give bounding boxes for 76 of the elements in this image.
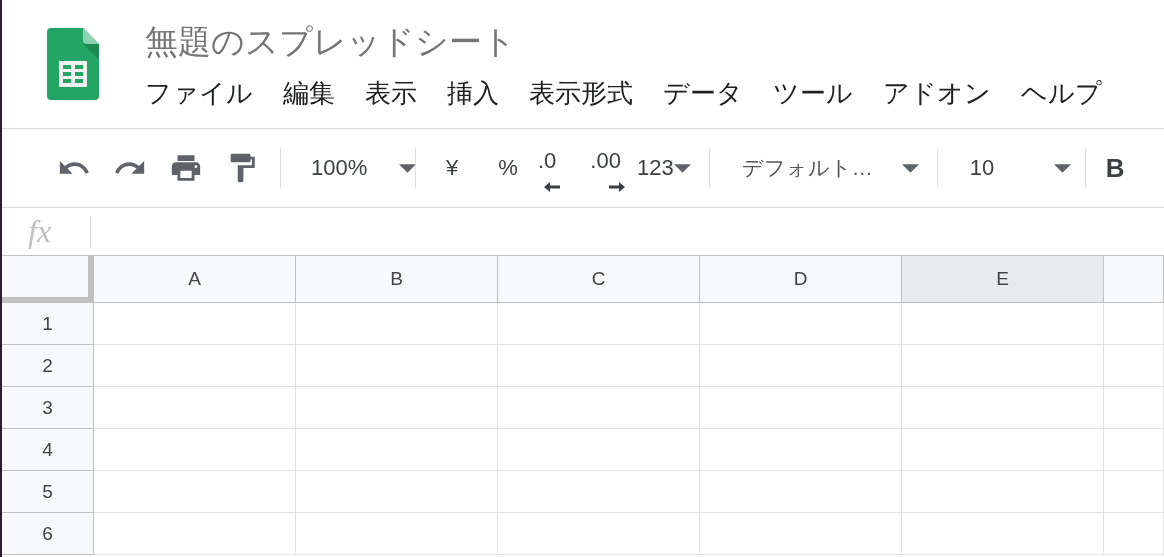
table-cell[interactable] [94, 303, 296, 345]
table-cell[interactable] [700, 387, 902, 429]
table-cell[interactable] [296, 303, 498, 345]
table-cell[interactable] [498, 429, 700, 471]
currency-button[interactable]: ¥ [424, 146, 480, 190]
spreadsheet-logo[interactable] [47, 28, 99, 100]
document-title[interactable]: 無題のスプレッドシート [145, 20, 1102, 64]
menu-item[interactable]: 編集 [283, 76, 335, 110]
column-header[interactable]: A [94, 256, 296, 303]
menu-item[interactable]: 表示形式 [529, 76, 633, 110]
column-header[interactable]: C [498, 256, 700, 303]
right-arrow-icon [608, 182, 625, 192]
caret-icon [1053, 163, 1071, 173]
row-header[interactable]: 2 [2, 345, 94, 387]
caret-icon [901, 163, 919, 173]
table-cell[interactable] [498, 303, 700, 345]
table-cell[interactable] [1104, 513, 1164, 555]
table-cell[interactable] [700, 513, 902, 555]
table-cell[interactable] [296, 471, 498, 513]
zoom-dropdown[interactable]: 100% [281, 146, 411, 190]
select-all-corner[interactable] [2, 256, 94, 303]
font-size-dropdown[interactable]: 10 [937, 146, 1085, 190]
table-cell[interactable] [498, 513, 700, 555]
menu-item[interactable]: データ [663, 76, 743, 110]
table-cell[interactable] [1104, 345, 1164, 387]
column-header[interactable]: B [296, 256, 498, 303]
more-formats-button[interactable]: 123 [636, 146, 691, 190]
row-header[interactable]: 6 [2, 513, 94, 555]
formula-label: fx [28, 213, 53, 250]
table-cell[interactable] [700, 429, 902, 471]
table-cell[interactable] [94, 387, 296, 429]
column-header[interactable] [1104, 256, 1164, 303]
caret-icon [673, 163, 691, 173]
table-cell[interactable] [1104, 303, 1164, 345]
table-cell[interactable] [1104, 471, 1164, 513]
decrease-decimal-button[interactable]: .0 [538, 142, 557, 194]
column-header[interactable]: D [700, 256, 902, 303]
table-cell[interactable] [902, 513, 1104, 555]
bold-button[interactable]: B [1105, 146, 1125, 190]
table-cell[interactable] [94, 471, 296, 513]
table-cell[interactable] [902, 471, 1104, 513]
table-cell[interactable] [1104, 387, 1164, 429]
table-cell[interactable] [902, 387, 1104, 429]
table-cell[interactable] [700, 471, 902, 513]
table-cell[interactable] [902, 345, 1104, 387]
table-cell[interactable] [902, 429, 1104, 471]
table-cell[interactable] [498, 471, 700, 513]
menu-item[interactable]: 挿入 [447, 76, 499, 110]
row-header[interactable]: 4 [2, 429, 94, 471]
increase-decimal-button[interactable]: .00 [590, 142, 621, 194]
font-dropdown[interactable]: デフォルト… [709, 146, 937, 190]
caret-icon [399, 163, 417, 173]
menu-item[interactable]: ファイル [145, 76, 253, 110]
menu-item[interactable]: ツール [773, 76, 853, 110]
table-cell[interactable] [296, 429, 498, 471]
row-header[interactable]: 3 [2, 387, 94, 429]
percent-button[interactable]: % [480, 146, 536, 190]
table-cell[interactable] [296, 345, 498, 387]
table-cell[interactable] [1104, 429, 1164, 471]
table-cell[interactable] [94, 429, 296, 471]
table-cell[interactable] [902, 303, 1104, 345]
row-header[interactable]: 5 [2, 471, 94, 513]
table-cell[interactable] [94, 345, 296, 387]
table-cell[interactable] [498, 345, 700, 387]
menu-item[interactable]: ヘルプ [1021, 76, 1102, 110]
table-cell[interactable] [700, 303, 902, 345]
row-header[interactable]: 1 [2, 303, 94, 345]
table-cell[interactable] [94, 513, 296, 555]
table-cell[interactable] [498, 387, 700, 429]
left-arrow-icon [544, 182, 561, 192]
menu-item[interactable]: アドオン [883, 76, 991, 110]
column-header[interactable]: E [902, 256, 1104, 303]
table-cell[interactable] [700, 345, 902, 387]
table-cell[interactable] [296, 387, 498, 429]
table-cell[interactable] [296, 513, 498, 555]
menu-item[interactable]: 表示 [365, 76, 417, 110]
